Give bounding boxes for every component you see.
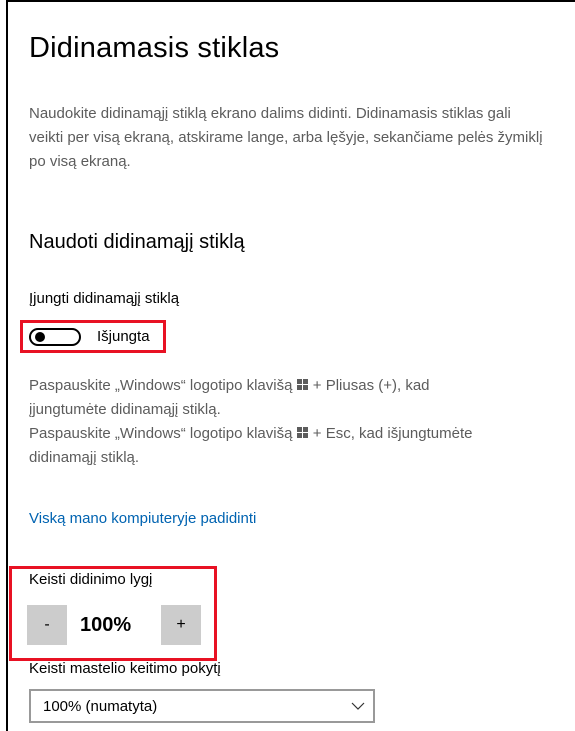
zoom-level-value: 100% (80, 614, 132, 636)
hint-text: Paspauskite „Windows“ logotipo klavišą (29, 425, 297, 442)
window-border-top (6, 0, 575, 2)
windows-logo-icon (296, 379, 309, 391)
toggle-knob (35, 332, 45, 342)
zoom-in-button[interactable]: + (161, 605, 201, 645)
windows-logo-icon (296, 427, 309, 439)
zoom-level-label: Keisti didinimo lygį (29, 571, 153, 588)
toggle-state-text: Išjungta (97, 328, 150, 345)
chevron-down-icon (351, 702, 365, 710)
zoom-out-button[interactable]: - (27, 605, 67, 645)
magnifier-toggle-label: Įjungti didinamąjį stiklą (29, 290, 180, 307)
dropdown-selected-value: 100% (numatyta) (43, 698, 158, 715)
zoom-everything-link[interactable]: Viską mano kompiuteryje padidinti (29, 510, 256, 527)
zoom-increment-dropdown[interactable]: 100% (numatyta) (29, 689, 375, 723)
hint-line-2: įjungtumėte didinamąjį stiklą. (29, 401, 221, 418)
page-title: Didinamasis stiklas (29, 32, 280, 64)
hint-text: + Esc, kad išjungtumėte (308, 425, 473, 442)
window-border-left (6, 0, 8, 731)
hint-line-1: Paspauskite „Windows“ logotipo klavišą +… (29, 374, 575, 398)
section-title: Naudoti didinamąjį stiklą (29, 231, 245, 253)
magnifier-toggle-switch[interactable] (29, 328, 81, 346)
hint-text: Paspauskite „Windows“ logotipo klavišą (29, 377, 297, 394)
zoom-increment-label: Keisti mastelio keitimo pokytį (29, 660, 221, 677)
hint-line-4: didinamąjį stiklą. (29, 449, 140, 466)
hint-text: + Pliusas (+), kad (308, 377, 430, 394)
page-description: Naudokite didinamąjį stiklą ekrano dalim… (29, 105, 543, 170)
hint-line-3: Paspauskite „Windows“ logotipo klavišą +… (29, 422, 575, 446)
